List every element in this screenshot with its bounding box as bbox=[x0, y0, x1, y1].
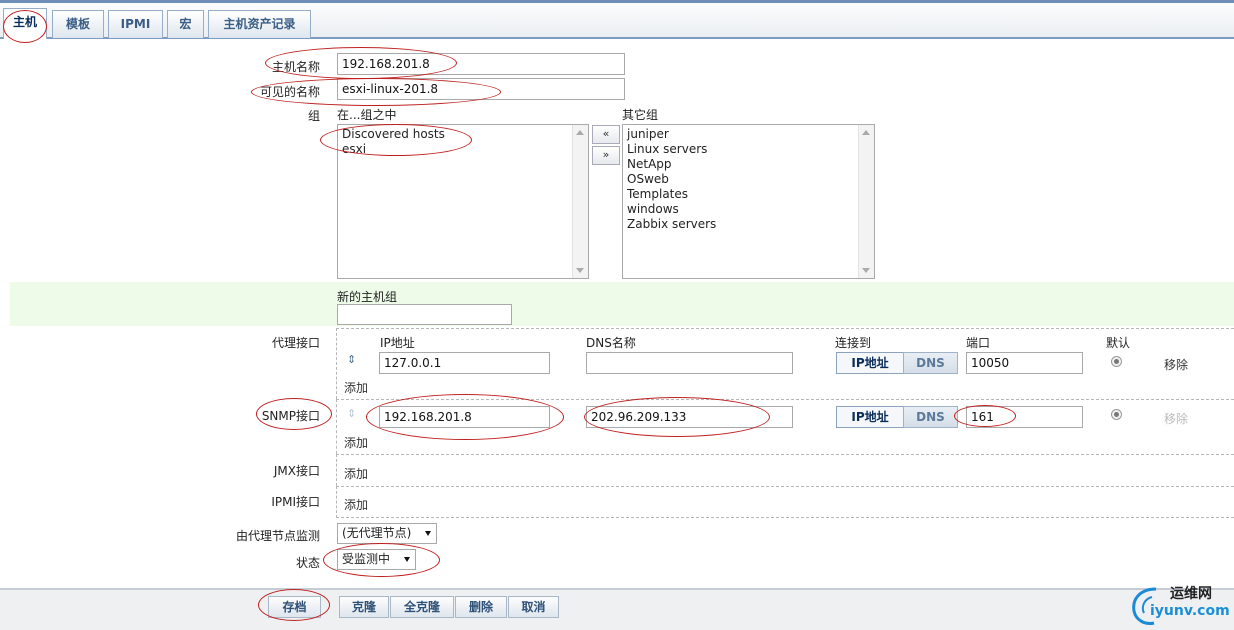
visible-name-input[interactable]: esxi-linux-201.8 bbox=[337, 78, 625, 100]
hostname-input[interactable]: 192.168.201.8 bbox=[337, 53, 625, 75]
in-groups-label: 在...组之中 bbox=[337, 108, 397, 122]
hostname-label: 主机名称 bbox=[271, 60, 320, 74]
list-item[interactable]: esxi bbox=[342, 142, 584, 157]
proxy-select-value: (无代理节点) bbox=[342, 526, 412, 540]
ipmi-interface-section bbox=[336, 486, 1234, 518]
agent-port-input[interactable]: 10050 bbox=[966, 352, 1083, 374]
list-item[interactable]: OSweb bbox=[627, 172, 870, 187]
new-group-label: 新的主机组 bbox=[337, 290, 398, 304]
snmp-connect-ip-button[interactable]: IP地址 bbox=[836, 406, 904, 428]
tab-macros[interactable]: 宏 bbox=[167, 10, 204, 38]
drag-handle-icon[interactable]: ⇕ bbox=[347, 407, 356, 420]
list-item[interactable]: Linux servers bbox=[627, 142, 870, 157]
drag-handle-icon[interactable]: ⇕ bbox=[347, 353, 356, 366]
status-select-value: 受监测中 bbox=[342, 552, 391, 566]
watermark-domain: iyunv.com bbox=[1150, 603, 1230, 619]
proxy-select[interactable]: (无代理节点) bbox=[337, 523, 437, 544]
visible-name-label: 可见的名称 bbox=[259, 85, 320, 99]
proxy-label: 由代理节点监测 bbox=[235, 529, 320, 543]
save-button[interactable]: 存档 bbox=[268, 596, 321, 618]
snmp-port-input[interactable]: 161 bbox=[966, 406, 1083, 428]
agent-interface-label: 代理接口 bbox=[271, 336, 320, 350]
other-groups-label: 其它组 bbox=[622, 108, 659, 122]
other-groups-scrollbar[interactable] bbox=[858, 125, 874, 278]
tab-templates[interactable]: 模板 bbox=[52, 10, 104, 38]
in-groups-listbox[interactable]: Discovered hosts esxi bbox=[337, 124, 589, 279]
snmp-interface-label: SNMP接口 bbox=[261, 409, 320, 423]
snmp-dns-input[interactable]: 202.96.209.133 bbox=[586, 406, 793, 428]
col-default-header: 默认 bbox=[1106, 336, 1131, 350]
col-dns-header: DNS名称 bbox=[586, 336, 636, 350]
agent-dns-input[interactable] bbox=[586, 352, 793, 374]
list-item[interactable]: Discovered hosts bbox=[342, 127, 584, 142]
other-groups-listbox[interactable]: juniper Linux servers NetApp OSweb Templ… bbox=[622, 124, 875, 279]
status-select[interactable]: 受监测中 bbox=[337, 549, 416, 570]
snmp-default-radio[interactable] bbox=[1111, 409, 1122, 420]
groups-label: 组 bbox=[307, 109, 320, 123]
list-item[interactable]: NetApp bbox=[627, 157, 870, 172]
agent-default-radio[interactable] bbox=[1111, 356, 1122, 367]
in-groups-scrollbar[interactable] bbox=[572, 125, 588, 278]
col-port-header: 端口 bbox=[966, 336, 991, 350]
snmp-ip-input[interactable]: 192.168.201.8 bbox=[379, 406, 550, 428]
move-left-button[interactable]: « bbox=[592, 125, 620, 144]
col-connect-header: 连接到 bbox=[835, 336, 872, 350]
move-right-button[interactable]: » bbox=[592, 146, 620, 165]
col-ip-header: IP地址 bbox=[380, 336, 415, 350]
form-footer bbox=[0, 588, 1234, 630]
jmx-add-link[interactable]: 添加 bbox=[344, 465, 368, 482]
snmp-add-link[interactable]: 添加 bbox=[344, 434, 368, 451]
cancel-button[interactable]: 取消 bbox=[508, 596, 559, 618]
list-item[interactable]: Zabbix servers bbox=[627, 217, 870, 232]
full-clone-button[interactable]: 全克隆 bbox=[390, 596, 454, 618]
new-group-input[interactable] bbox=[337, 304, 512, 325]
ipmi-add-link[interactable]: 添加 bbox=[344, 496, 368, 513]
agent-remove-link[interactable]: 移除 bbox=[1164, 356, 1188, 373]
jmx-interface-label: JMX接口 bbox=[273, 464, 320, 478]
jmx-interface-section bbox=[336, 454, 1234, 486]
list-item[interactable]: Templates bbox=[627, 187, 870, 202]
agent-connect-ip-button[interactable]: IP地址 bbox=[836, 352, 904, 374]
tab-inventory[interactable]: 主机资产记录 bbox=[208, 10, 311, 38]
list-item[interactable]: juniper bbox=[627, 127, 870, 142]
snmp-connect-dns-button[interactable]: DNS bbox=[903, 406, 958, 428]
clone-button[interactable]: 克隆 bbox=[339, 596, 389, 618]
chevron-down-icon bbox=[404, 557, 410, 562]
snmp-remove-link[interactable]: 移除 bbox=[1164, 410, 1188, 427]
ipmi-interface-label: IPMI接口 bbox=[271, 495, 320, 509]
chevron-down-icon bbox=[425, 531, 431, 536]
tab-ipmi[interactable]: IPMI bbox=[108, 10, 163, 38]
status-label: 状态 bbox=[295, 556, 320, 570]
watermark-title: 运维网 bbox=[1170, 586, 1212, 602]
list-item[interactable]: windows bbox=[627, 202, 870, 217]
new-group-band bbox=[10, 282, 1234, 326]
agent-add-link[interactable]: 添加 bbox=[344, 379, 368, 396]
delete-button[interactable]: 删除 bbox=[455, 596, 507, 618]
agent-connect-dns-button[interactable]: DNS bbox=[903, 352, 958, 374]
tab-host[interactable]: 主机 bbox=[3, 8, 47, 39]
agent-ip-input[interactable]: 127.0.0.1 bbox=[379, 352, 550, 374]
